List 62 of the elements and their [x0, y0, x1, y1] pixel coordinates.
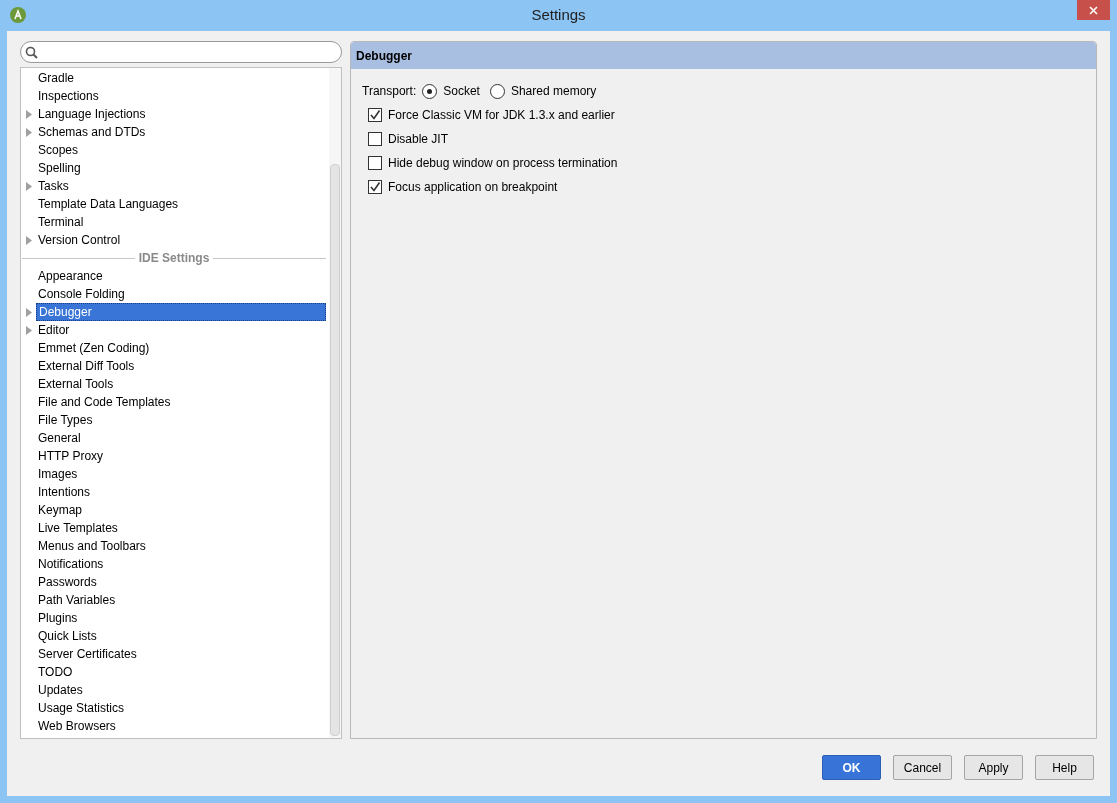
tree-item[interactable]: Keymap — [36, 501, 326, 519]
tree-item[interactable]: Console Folding — [36, 285, 326, 303]
expand-arrow-icon[interactable] — [25, 235, 32, 245]
tree-item[interactable]: General — [36, 429, 326, 447]
tree-item[interactable]: Language Injections — [36, 105, 326, 123]
android-logo-icon — [10, 7, 26, 23]
tree-item[interactable]: Schemas and DTDs — [36, 123, 326, 141]
tree-item[interactable]: File and Code Templates — [36, 393, 326, 411]
tree-item[interactable]: Path Variables — [36, 591, 326, 609]
tree-item[interactable]: Usage Statistics — [36, 699, 326, 717]
close-button[interactable] — [1077, 0, 1110, 20]
search-icon — [25, 45, 38, 59]
tree-item[interactable]: External Diff Tools — [36, 357, 326, 375]
tree-item[interactable]: Scopes — [36, 141, 326, 159]
radio-option[interactable]: Shared memory — [489, 82, 597, 100]
tree-item[interactable]: Debugger — [36, 303, 326, 321]
tree-item[interactable]: File Types — [36, 411, 326, 429]
tree-item[interactable]: Spelling — [36, 159, 326, 177]
dialog-button[interactable]: OK — [822, 755, 881, 780]
tree-item[interactable]: Updates — [36, 681, 326, 699]
scrollbar[interactable] — [329, 68, 341, 738]
tree-item[interactable]: TODO — [36, 663, 326, 681]
tree-item[interactable]: Intentions — [36, 483, 326, 501]
expand-arrow-icon[interactable] — [25, 181, 32, 191]
tree-item[interactable]: Inspections — [36, 87, 326, 105]
tree-item[interactable]: Menus and Toolbars — [36, 537, 326, 555]
dialog-button[interactable]: Cancel — [893, 755, 952, 780]
tree-item[interactable]: Web Browsers — [36, 717, 326, 735]
radio-option[interactable]: Socket — [422, 82, 480, 100]
tree-item[interactable]: Images — [36, 465, 326, 483]
tree-item[interactable]: Editor — [36, 321, 326, 339]
tree-item[interactable]: Gradle — [36, 69, 326, 87]
transport-label: Transport: — [362, 83, 417, 100]
tree-item[interactable]: Live Templates — [36, 519, 326, 537]
tree-item[interactable]: Notifications — [36, 555, 326, 573]
checkbox-option[interactable]: Force Classic VM for JDK 1.3.x and earlier — [362, 106, 1085, 124]
panel-title: Debugger — [356, 47, 412, 65]
tree-item[interactable]: Appearance — [36, 267, 326, 285]
expand-arrow-icon[interactable] — [25, 109, 32, 119]
checkbox-option[interactable]: Focus application on breakpoint — [362, 178, 1085, 196]
close-icon — [1089, 5, 1098, 15]
expand-arrow-icon[interactable] — [25, 325, 32, 335]
tree-item[interactable]: External Tools — [36, 375, 326, 393]
checkbox-option[interactable]: Hide debug window on process termination — [362, 154, 1085, 172]
tree-item[interactable]: Server Certificates — [36, 645, 326, 663]
expand-arrow-icon[interactable] — [25, 307, 32, 317]
expand-arrow-icon[interactable] — [25, 127, 32, 137]
tree-item[interactable]: Plugins — [36, 609, 326, 627]
tree-item[interactable]: Passwords — [36, 573, 326, 591]
tree-item[interactable]: Version Control — [36, 231, 326, 249]
tree-item[interactable]: Tasks — [36, 177, 326, 195]
tree-item[interactable]: Template Data Languages — [36, 195, 326, 213]
tree-item[interactable]: Emmet (Zen Coding) — [36, 339, 326, 357]
tree-item[interactable]: Quick Lists — [36, 627, 326, 645]
window-title: Settings — [531, 5, 586, 26]
tree-item[interactable]: HTTP Proxy — [36, 447, 326, 465]
checkbox-option[interactable]: Disable JIT — [362, 130, 1085, 148]
section-header: IDE Settings — [138, 250, 210, 267]
dialog-button[interactable]: Apply — [964, 755, 1023, 780]
search-field[interactable] — [20, 41, 342, 63]
dialog-button[interactable]: Help — [1035, 755, 1094, 780]
tree-item[interactable]: Terminal — [36, 213, 326, 231]
